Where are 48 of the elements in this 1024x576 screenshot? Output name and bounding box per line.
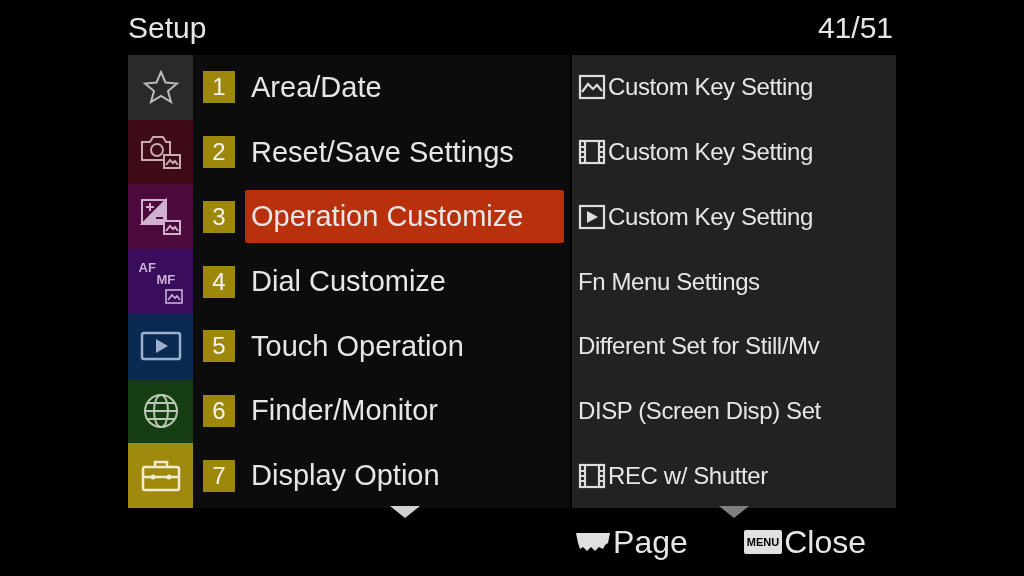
category-tab[interactable]	[128, 119, 193, 185]
picture-icon	[164, 288, 183, 304]
item-number: 4	[203, 265, 235, 298]
exposure-icon	[138, 196, 183, 237]
category-tab[interactable]	[128, 313, 193, 379]
menu-item[interactable]: Dial Customize	[245, 255, 564, 308]
menu-key: MENU	[743, 530, 783, 554]
menu-item[interactable]: Touch Operation	[245, 319, 564, 373]
film-icon	[578, 462, 606, 489]
af-label: AF	[138, 259, 156, 275]
toolbox-icon	[139, 458, 182, 493]
playback-icon	[578, 203, 606, 230]
scroll-down-icon	[390, 506, 420, 518]
menu-item[interactable]: Display Option	[245, 449, 564, 503]
scroll-down-icon	[719, 506, 749, 518]
submenu-item[interactable]: DISP (Screen Disp) Set	[578, 396, 821, 425]
mf-label: MF	[156, 271, 176, 287]
submenu-item[interactable]: Different Set for Still/Mv	[578, 332, 820, 361]
submenu-item[interactable]: REC w/ Shutter	[608, 461, 768, 490]
menu-item[interactable]: Operation Customize	[245, 190, 564, 244]
picture-icon	[578, 74, 606, 101]
category-tab[interactable]	[128, 378, 193, 444]
submenu-item[interactable]: Custom Key Setting	[608, 138, 813, 167]
page-counter: 41/51	[817, 10, 893, 45]
category-tab[interactable]	[128, 184, 193, 250]
page-hint: Page	[613, 523, 688, 561]
item-number: 1	[203, 71, 235, 104]
item-number: 3	[203, 200, 235, 233]
close-hint: Close	[784, 523, 866, 561]
playback-icon	[139, 331, 182, 362]
submenu-item[interactable]: Custom Key Setting	[608, 202, 813, 231]
menu-item[interactable]: Finder/Monitor	[245, 384, 564, 438]
camera-icon	[138, 133, 183, 172]
item-number: 7	[203, 459, 235, 492]
star-icon	[142, 70, 179, 105]
film-icon	[578, 139, 606, 166]
menu-item[interactable]: Reset/Save Settings	[245, 125, 564, 179]
menu-item[interactable]: Area/Date	[245, 60, 564, 114]
globe-icon	[141, 391, 180, 430]
category-tab[interactable]: AF MF	[128, 249, 193, 314]
item-number: 5	[203, 330, 235, 363]
screen-title: Setup	[128, 10, 207, 45]
submenu-item[interactable]: Custom Key Setting	[608, 73, 813, 102]
item-number: 6	[203, 394, 235, 427]
category-tab[interactable]	[128, 55, 193, 120]
submenu-item[interactable]: Fn Menu Settings	[578, 267, 760, 296]
item-number: 2	[203, 136, 235, 169]
dial-icon	[575, 531, 612, 553]
